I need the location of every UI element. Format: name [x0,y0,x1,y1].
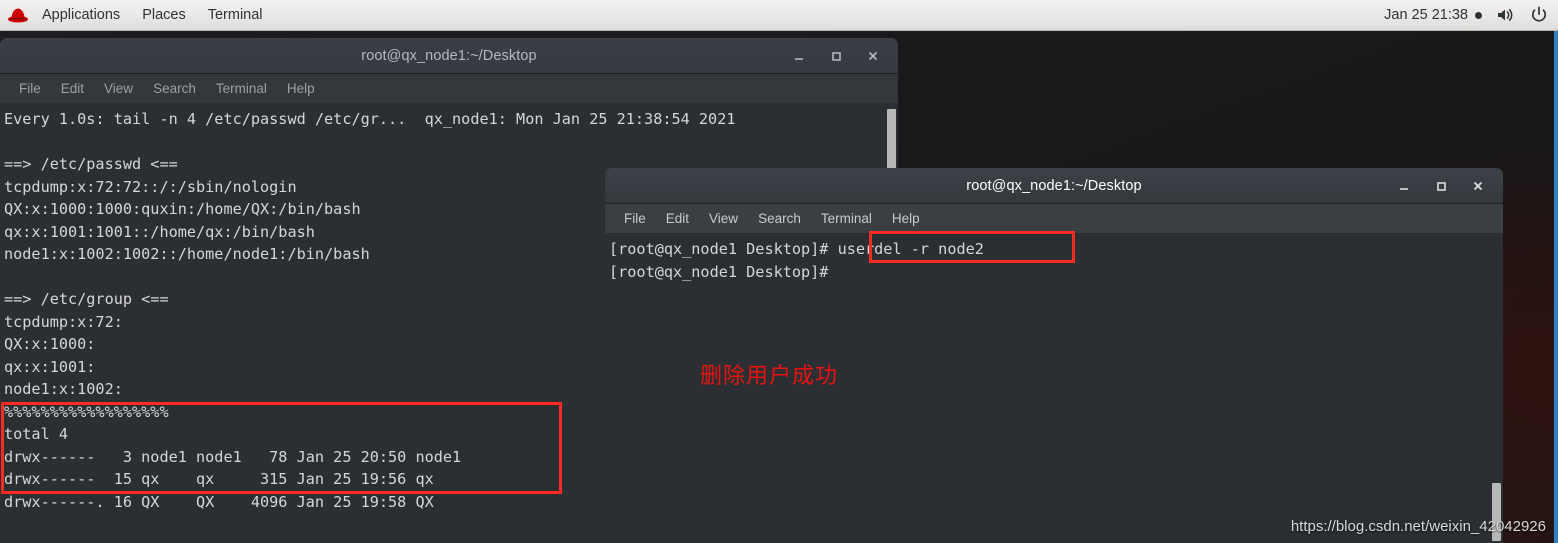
top-panel-places-menu[interactable]: Places [131,1,197,30]
watermark-url: https://blog.csdn.net/weixin_42042926 [1290,518,1546,535]
window1-title: root@qx_node1:~/Desktop [361,47,537,64]
window1-titlebar[interactable]: root@qx_node1:~/Desktop [0,38,898,74]
window2-menu-edit[interactable]: Edit [656,209,699,228]
gnome-top-panel: Applications Places Terminal Jan 25 21:3… [0,0,1558,31]
window1-menu-file[interactable]: File [9,79,51,98]
terminal-window-2[interactable]: root@qx_node1:~/Desktop File Edit View S… [605,168,1503,543]
window2-menu-search[interactable]: Search [748,209,811,228]
top-panel-applications-menu[interactable]: Applications [31,1,131,30]
minimize-icon[interactable] [1396,178,1411,193]
top-panel-terminal-menu[interactable]: Terminal [197,1,274,30]
annotation-note-delete-success: 删除用户成功 [700,364,839,389]
top-panel-clock[interactable]: Jan 25 21:38 [1384,7,1482,23]
window2-title: root@qx_node1:~/Desktop [966,177,1142,194]
terminal-line: [root@qx_node1 Desktop]# [609,262,829,281]
clock-text: Jan 25 21:38 [1384,7,1468,23]
terminal-line: Every 1.0s: tail -n 4 /etc/passwd /etc/g… [4,110,736,128]
redhat-logo-icon [7,6,29,24]
maximize-icon[interactable] [828,48,843,63]
window1-buttons [791,48,898,63]
recording-indicator-icon [1475,11,1482,19]
window2-buttons [1396,178,1503,193]
window2-menu-view[interactable]: View [699,209,748,228]
window1-menu-edit[interactable]: Edit [51,79,94,98]
minimize-icon[interactable] [791,48,806,63]
screen-root: Applications Places Terminal Jan 25 21:3… [0,0,1558,543]
window2-titlebar[interactable]: root@qx_node1:~/Desktop [605,168,1503,204]
window2-scrollbar[interactable] [1490,233,1503,543]
terminal-line: [root@qx_node1 Desktop]# userdel -r node… [609,240,984,258]
window1-menu-search[interactable]: Search [143,79,206,98]
close-icon[interactable] [1470,178,1485,193]
window1-menubar: File Edit View Search Terminal Help [0,74,898,103]
volume-icon[interactable] [1496,7,1516,23]
close-icon[interactable] [865,48,880,63]
window2-menu-file[interactable]: File [614,209,656,228]
maximize-icon[interactable] [1433,178,1448,193]
window1-menu-help[interactable]: Help [277,79,325,98]
top-panel-right-group: Jan 25 21:38 [1384,6,1558,24]
window1-menu-terminal[interactable]: Terminal [206,79,277,98]
power-icon[interactable] [1530,6,1548,24]
page-scrollbar[interactable] [1554,31,1558,543]
window2-menu-terminal[interactable]: Terminal [811,209,882,228]
window2-menubar: File Edit View Search Terminal Help [605,204,1503,233]
window2-menu-help[interactable]: Help [882,209,930,228]
window1-menu-view[interactable]: View [94,79,143,98]
top-panel-left-group: Applications Places Terminal [0,1,274,30]
